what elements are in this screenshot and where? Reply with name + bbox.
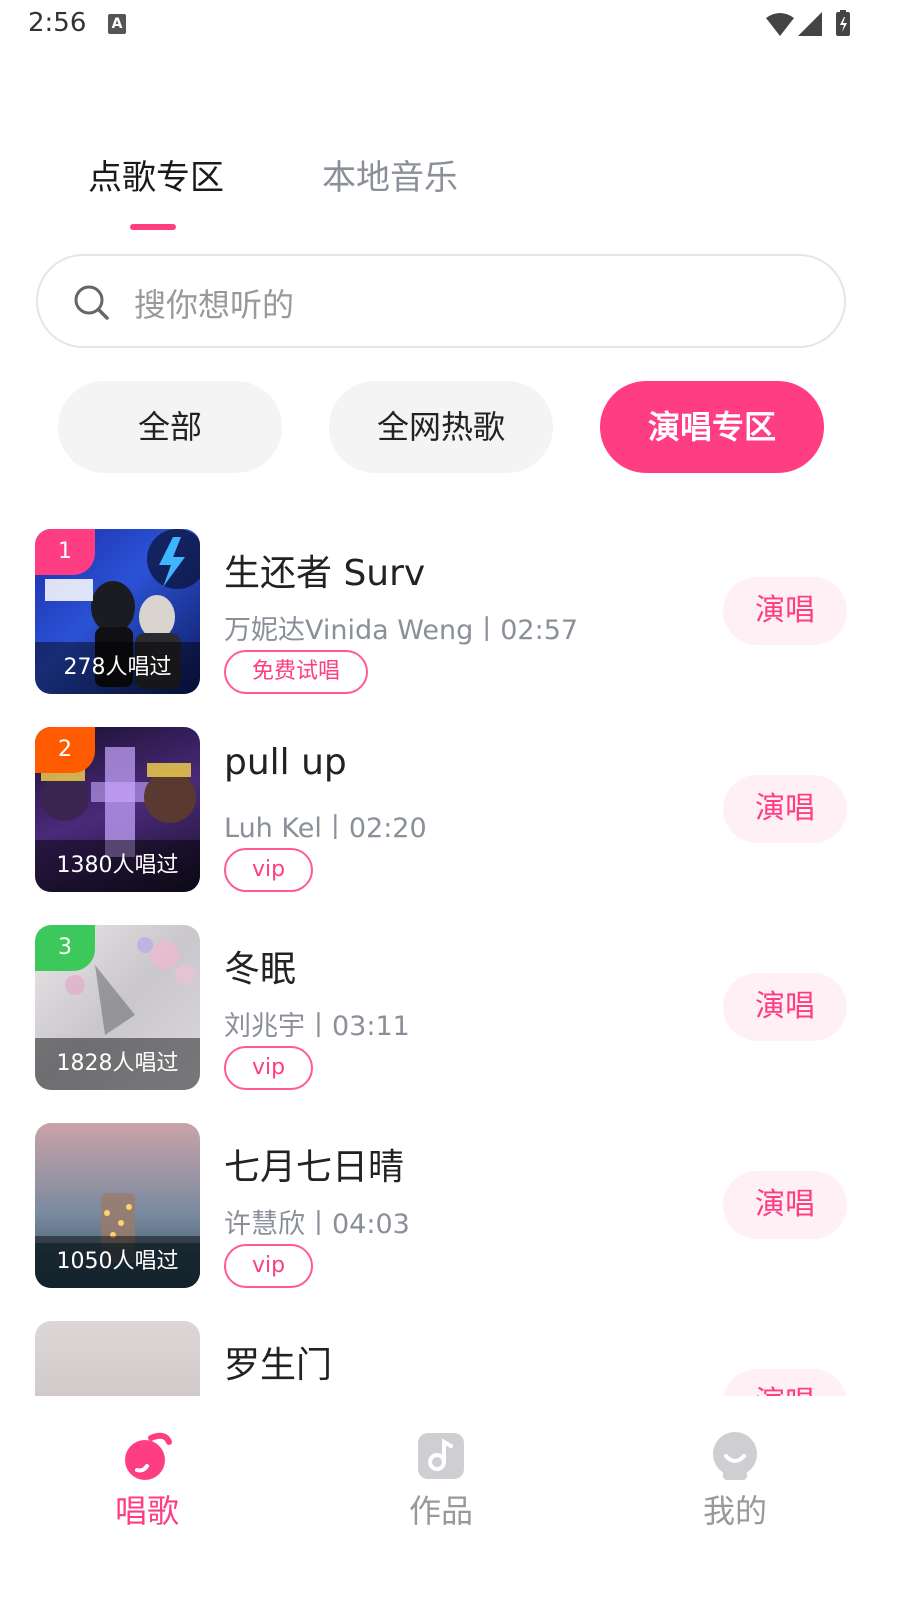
song-artist-duration: 刘兆宇丨03:11 bbox=[224, 1011, 410, 1042]
music-note-icon bbox=[125, 1432, 172, 1480]
song-row[interactable]: 罗生门 演唱 bbox=[0, 1302, 900, 1396]
song-row[interactable]: 2 1380人唱过 pull up Luh Kel丨02:20 vip 演唱 bbox=[0, 708, 900, 906]
song-cover[interactable]: 2 1380人唱过 bbox=[35, 727, 200, 892]
song-artist-duration: Luh Kel丨02:20 bbox=[224, 813, 427, 844]
sing-button[interactable]: 演唱 bbox=[723, 1171, 847, 1239]
nav-profile-label: 我的 bbox=[702, 1492, 767, 1530]
sing-button[interactable]: 演唱 bbox=[723, 1369, 847, 1396]
song-row[interactable]: 1050人唱过 七月七日晴 许慧欣丨04:03 vip 演唱 bbox=[0, 1104, 900, 1302]
notification-a-icon: A bbox=[108, 14, 126, 34]
sing-button[interactable]: 演唱 bbox=[723, 973, 847, 1041]
song-artist-duration: 万妮达Vinida Weng丨02:57 bbox=[224, 615, 579, 646]
song-title: 七月七日晴 bbox=[224, 1147, 405, 1188]
song-title: 罗生门 bbox=[224, 1345, 333, 1386]
sing-count-label: 278人唱过 bbox=[35, 642, 200, 694]
vip-tag: vip bbox=[224, 1244, 314, 1288]
search-icon bbox=[74, 285, 109, 320]
sing-count-label: 1828人唱过 bbox=[35, 1038, 200, 1090]
rank-badge: 3 bbox=[35, 925, 95, 971]
sing-button[interactable]: 演唱 bbox=[723, 775, 847, 843]
bottom-nav: 唱歌 作品 我的 bbox=[0, 1396, 900, 1600]
signal-icon bbox=[798, 12, 822, 36]
works-icon bbox=[418, 1433, 464, 1479]
tab-active-indicator bbox=[130, 224, 176, 230]
sing-count-label: 1050人唱过 bbox=[35, 1236, 200, 1288]
nav-profile[interactable]: 我的 bbox=[655, 1430, 815, 1560]
song-row[interactable]: 1 278人唱过 生还者 Surv 万妮达Vinida Weng丨02:57 免… bbox=[0, 510, 900, 708]
search-bar[interactable]: 搜你想听的 bbox=[36, 254, 846, 348]
song-title: 冬眠 bbox=[224, 949, 297, 990]
filter-all-button[interactable]: 全部 bbox=[58, 381, 282, 473]
tab-song-request[interactable]: 点歌专区 bbox=[88, 150, 224, 199]
sing-count-label: 1380人唱过 bbox=[35, 840, 200, 892]
filter-performance-zone-button[interactable]: 演唱专区 bbox=[600, 381, 824, 473]
song-list[interactable]: 1 278人唱过 生还者 Surv 万妮达Vinida Weng丨02:57 免… bbox=[0, 510, 900, 1396]
song-cover[interactable]: 1 278人唱过 bbox=[35, 529, 200, 694]
tab-local-music[interactable]: 本地音乐 bbox=[322, 150, 458, 199]
song-cover[interactable]: 3 1828人唱过 bbox=[35, 925, 200, 1090]
nav-sing-label: 唱歌 bbox=[114, 1492, 179, 1530]
nav-works[interactable]: 作品 bbox=[361, 1430, 521, 1560]
vip-tag: vip bbox=[224, 848, 314, 892]
nav-sing[interactable]: 唱歌 bbox=[67, 1430, 227, 1560]
status-bar: 2:56 A bbox=[0, 0, 900, 50]
song-title: pull up bbox=[224, 742, 347, 783]
vip-tag: vip bbox=[224, 1046, 314, 1090]
status-time: 2:56 bbox=[28, 8, 87, 38]
search-placeholder: 搜你想听的 bbox=[134, 286, 295, 324]
free-trial-tag: 免费试唱 bbox=[224, 650, 369, 694]
status-icons bbox=[766, 10, 850, 36]
profile-icon bbox=[713, 1432, 757, 1480]
wifi-icon bbox=[766, 13, 794, 36]
song-cover[interactable]: 1050人唱过 bbox=[35, 1123, 200, 1288]
song-row[interactable]: 3 1828人唱过 冬眠 刘兆宇丨03:11 vip 演唱 bbox=[0, 906, 900, 1104]
rank-badge: 2 bbox=[35, 727, 95, 773]
song-title: 生还者 Surv bbox=[224, 553, 426, 594]
rank-badge: 1 bbox=[35, 529, 95, 575]
filter-hot-songs-button[interactable]: 全网热歌 bbox=[329, 381, 553, 473]
nav-works-label: 作品 bbox=[408, 1492, 473, 1530]
song-artist-duration: 许慧欣丨04:03 bbox=[224, 1209, 410, 1240]
song-cover[interactable] bbox=[35, 1321, 200, 1396]
sing-button[interactable]: 演唱 bbox=[723, 577, 847, 645]
